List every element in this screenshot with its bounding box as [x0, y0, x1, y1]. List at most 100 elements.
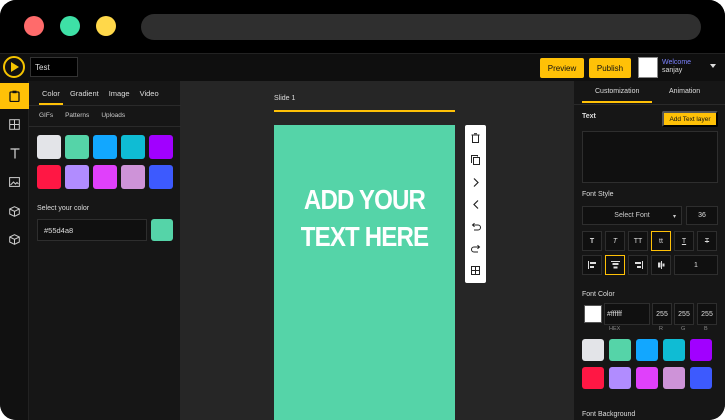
italic-button[interactable]: T: [605, 231, 625, 251]
address-bar[interactable]: [141, 14, 701, 40]
color-swatch[interactable]: [149, 165, 173, 189]
slide-text-line: ADD YOUR: [303, 184, 426, 215]
align-justify-icon[interactable]: [651, 255, 671, 275]
uppercase-button[interactable]: TT: [628, 231, 648, 251]
chevron-left-icon[interactable]: [465, 193, 486, 215]
chevron-right-icon[interactable]: [465, 171, 486, 193]
strikethrough-button[interactable]: T: [697, 231, 717, 251]
avatar[interactable]: [638, 57, 658, 78]
color-swatch[interactable]: [37, 135, 61, 159]
red-value-input[interactable]: 255: [652, 303, 672, 325]
hex-color-input[interactable]: #55d4a8: [37, 219, 147, 241]
color-swatch[interactable]: [690, 339, 712, 361]
clipboard-icon[interactable]: [0, 83, 29, 109]
align-right-icon[interactable]: [628, 255, 648, 275]
g-caption: G: [681, 326, 686, 332]
copy-icon[interactable]: [465, 149, 486, 171]
blue-value-input[interactable]: 255: [697, 303, 717, 325]
font-size-input[interactable]: 36: [686, 206, 718, 225]
trash-icon[interactable]: [465, 127, 486, 149]
font-select-value: Select Font: [614, 212, 650, 219]
font-background-label: Font Background: [582, 411, 636, 418]
text-section-label: Text: [582, 113, 596, 120]
color-swatch[interactable]: [65, 135, 89, 159]
slide-label[interactable]: Slide 1: [274, 95, 295, 102]
r-caption: R: [659, 326, 663, 332]
tab-patterns[interactable]: Patterns: [65, 112, 89, 119]
tab-color[interactable]: Color: [37, 87, 65, 105]
slide-toolbar: [465, 125, 486, 283]
tab-gradient[interactable]: Gradient: [65, 87, 104, 105]
chevron-down-icon[interactable]: [710, 64, 716, 68]
background-panel: Color Gradient Image Video GIFs Patterns…: [29, 81, 181, 420]
color-swatch[interactable]: [636, 339, 658, 361]
font-color-swatch[interactable]: [584, 305, 602, 323]
app-logo[interactable]: [3, 56, 25, 78]
layout-icon[interactable]: [0, 111, 29, 137]
color-swatch[interactable]: [663, 367, 685, 389]
background-tabs: Color Gradient Image Video: [37, 87, 164, 105]
tab-customization[interactable]: Customization: [595, 88, 639, 95]
color-swatch[interactable]: [121, 165, 145, 189]
color-swatch[interactable]: [582, 339, 604, 361]
close-window-button[interactable]: [24, 16, 44, 36]
tab-uploads[interactable]: Uploads: [101, 112, 125, 119]
text-content-input[interactable]: [582, 131, 718, 183]
color-swatch[interactable]: [663, 339, 685, 361]
background-subtabs: GIFs Patterns Uploads: [39, 112, 125, 119]
align-center-icon[interactable]: [605, 255, 625, 275]
browser-chrome: [0, 0, 725, 52]
selected-color-preview[interactable]: [151, 219, 173, 241]
text-icon[interactable]: [0, 140, 29, 166]
slide-text[interactable]: ADD YOUR TEXT HERE: [287, 181, 443, 255]
project-name-input[interactable]: Test: [30, 57, 78, 77]
font-family-select[interactable]: Select Font ▾: [582, 206, 682, 225]
font-color-hex-input[interactable]: #ffffff: [604, 303, 650, 325]
lowercase-button[interactable]: tt: [651, 231, 671, 251]
welcome-text: Welcome: [662, 59, 692, 66]
tab-animation[interactable]: Animation: [669, 88, 700, 95]
grid-icon[interactable]: [465, 259, 486, 281]
publish-button[interactable]: Publish: [589, 58, 631, 78]
color-swatch[interactable]: [93, 165, 117, 189]
align-left-icon[interactable]: [582, 255, 602, 275]
color-swatch[interactable]: [690, 367, 712, 389]
undo-icon[interactable]: [465, 215, 486, 237]
color-swatch[interactable]: [65, 165, 89, 189]
tool-rail: [0, 81, 29, 420]
green-value-input[interactable]: 255: [674, 303, 694, 325]
color-swatch[interactable]: [636, 367, 658, 389]
alignment-buttons: [582, 255, 671, 275]
color-swatch[interactable]: [121, 135, 145, 159]
tab-image[interactable]: Image: [104, 87, 135, 105]
color-swatch[interactable]: [149, 135, 173, 159]
minimize-window-button[interactable]: [60, 16, 80, 36]
tab-video[interactable]: Video: [135, 87, 164, 105]
tab-gifs[interactable]: GIFs: [39, 112, 53, 119]
maximize-window-button[interactable]: [96, 16, 116, 36]
font-color-swatches: [582, 339, 722, 389]
slide-canvas[interactable]: ADD YOUR TEXT HERE: [274, 125, 455, 420]
preview-button[interactable]: Preview: [540, 58, 584, 78]
customization-tabs: Customization Animation: [574, 81, 725, 103]
divider: [29, 105, 181, 106]
divider: [574, 104, 725, 105]
box-icon[interactable]: [0, 226, 29, 252]
color-swatch[interactable]: [37, 165, 61, 189]
add-text-layer-button[interactable]: Add Text layer: [662, 111, 718, 127]
text-format-buttons: T T TT tt T T: [582, 231, 717, 251]
slide-text-line: TEXT HERE: [300, 221, 429, 252]
canvas-area: Slide 1 ADD YOUR TEXT HERE: [181, 81, 573, 420]
redo-icon[interactable]: [465, 237, 486, 259]
image-icon[interactable]: [0, 169, 29, 195]
font-style-label: Font Style: [582, 191, 614, 198]
cube-icon[interactable]: [0, 198, 29, 224]
underline-button[interactable]: T: [674, 231, 694, 251]
line-height-input[interactable]: 1: [674, 255, 718, 275]
color-swatch[interactable]: [582, 367, 604, 389]
bold-button[interactable]: T: [582, 231, 602, 251]
color-swatch[interactable]: [609, 339, 631, 361]
color-swatch[interactable]: [609, 367, 631, 389]
color-swatch[interactable]: [93, 135, 117, 159]
app-window: Test Preview Publish Welcome sanjay Colo…: [0, 0, 725, 420]
